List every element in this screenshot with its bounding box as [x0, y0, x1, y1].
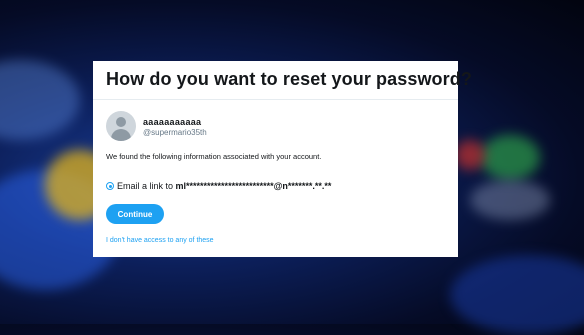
email-option-label[interactable]: Email a link to ml**********************… — [117, 181, 331, 191]
background-glow — [0, 60, 80, 140]
continue-button[interactable]: Continue — [106, 204, 164, 224]
masked-email: ml*************************@n*******.**.… — [175, 181, 332, 191]
email-option-prefix: Email a link to — [117, 181, 176, 191]
background-glow — [450, 255, 584, 335]
account-handle: @supermario35th — [143, 128, 207, 137]
dialog-title: How do you want to reset your password? — [106, 69, 472, 89]
divider — [93, 99, 458, 100]
info-text: We found the following information assoc… — [106, 152, 322, 161]
background-glow — [455, 140, 485, 170]
radio-selected-icon[interactable] — [106, 182, 114, 190]
background-glow — [480, 135, 540, 180]
default-profile-icon — [106, 111, 136, 141]
no-access-link[interactable]: I don't have access to any of these — [106, 237, 214, 244]
account-name: aaaaaaaaaaa — [143, 117, 202, 127]
avatar-head — [116, 117, 126, 127]
avatar-body — [111, 129, 131, 141]
reset-password-dialog: How do you want to reset your password? … — [93, 61, 472, 257]
background-glow — [470, 180, 550, 220]
